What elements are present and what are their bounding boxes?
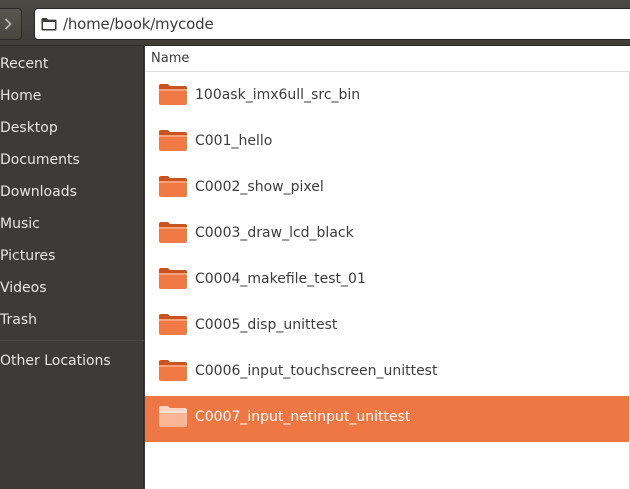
sidebar-item-other-locations[interactable]: Other Locations — [0, 346, 144, 376]
file-name: 100ask_imx6ull_src_bin — [195, 87, 361, 103]
folder-icon — [158, 174, 188, 202]
chevron-right-icon — [4, 18, 12, 30]
column-header-name[interactable]: Name — [145, 46, 630, 72]
sidebar-item-documents[interactable]: Documents — [0, 145, 144, 175]
sidebar: Recent Home Desktop Documents Downloads … — [0, 46, 144, 489]
file-row[interactable]: C0005_disp_unittest — [145, 304, 630, 350]
file-name: C0004_makefile_test_01 — [195, 271, 366, 287]
sidebar-item-desktop[interactable]: Desktop — [0, 113, 144, 143]
file-name: C0007_input_netinput_unittest — [195, 409, 411, 425]
folder-icon — [41, 18, 57, 31]
sidebar-item-videos[interactable]: Videos — [0, 273, 144, 303]
sidebar-item-music[interactable]: Music — [0, 209, 144, 239]
file-name: C0006_input_touchscreen_unittest — [195, 363, 438, 379]
file-row[interactable]: C001_hello — [145, 120, 630, 166]
file-row[interactable]: 100ask_imx6ull_src_bin — [145, 74, 630, 120]
location-path: /home/book/mycode — [63, 15, 214, 33]
file-name: C0005_disp_unittest — [195, 317, 338, 333]
file-row[interactable]: C0004_makefile_test_01 — [145, 258, 630, 304]
folder-icon — [158, 358, 188, 386]
file-row[interactable]: C0006_input_touchscreen_unittest — [145, 350, 630, 396]
header-bar: /home/book/mycode — [0, 0, 630, 46]
location-bar[interactable]: /home/book/mycode — [34, 8, 630, 40]
folder-icon — [158, 404, 188, 432]
folder-icon — [158, 220, 188, 248]
sidebar-divider — [0, 340, 144, 341]
file-name: C001_hello — [195, 133, 273, 149]
file-row[interactable]: C0003_draw_lcd_black — [145, 212, 630, 258]
file-row-selected[interactable]: C0007_input_netinput_unittest — [145, 396, 630, 442]
file-list: Name 100ask_imx6ull_src_bin C001_hello C… — [145, 46, 630, 489]
sidebar-item-home[interactable]: Home — [0, 81, 144, 111]
file-name: C0003_draw_lcd_black — [195, 225, 354, 241]
sidebar-item-pictures[interactable]: Pictures — [0, 241, 144, 271]
file-name: C0002_show_pixel — [195, 179, 324, 195]
folder-icon — [158, 82, 188, 110]
folder-icon — [158, 312, 188, 340]
forward-button[interactable] — [0, 8, 22, 40]
folder-icon — [158, 128, 188, 156]
sidebar-item-recent[interactable]: Recent — [0, 49, 144, 79]
file-row[interactable]: C0002_show_pixel — [145, 166, 630, 212]
sidebar-item-trash[interactable]: Trash — [0, 305, 144, 335]
folder-icon — [158, 266, 188, 294]
column-header-label: Name — [151, 51, 190, 66]
sidebar-item-downloads[interactable]: Downloads — [0, 177, 144, 207]
